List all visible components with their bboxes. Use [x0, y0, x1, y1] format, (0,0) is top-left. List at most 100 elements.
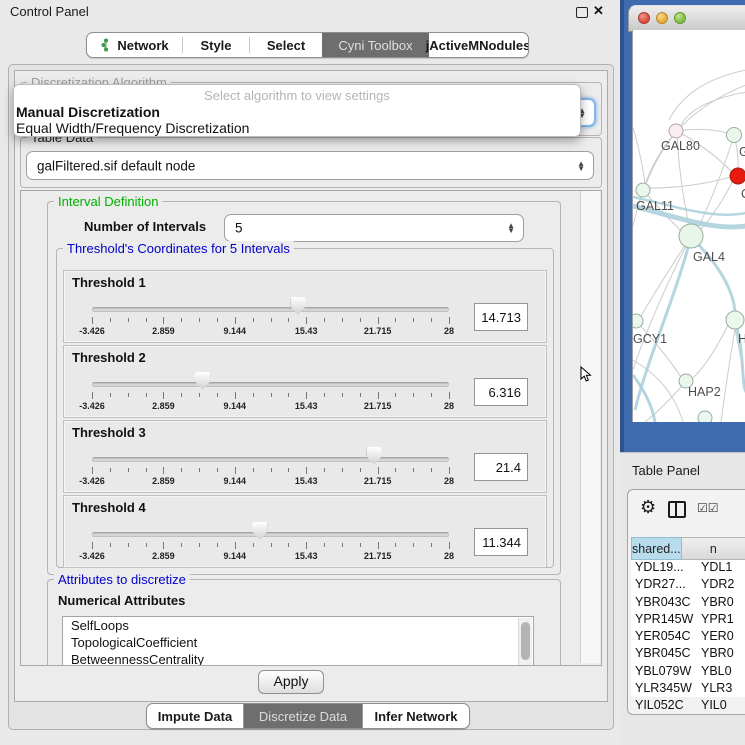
interval-definition-group: Interval Definition Number of Intervals …	[47, 201, 561, 575]
slider-tick	[253, 543, 254, 547]
threshold-label: Threshold 4	[72, 500, 146, 515]
slider-tick	[288, 393, 289, 397]
cell-name[interactable]: YIL0	[701, 698, 741, 712]
cell-shared-name[interactable]: YPR145W	[631, 612, 701, 626]
table-row[interactable]: YIL052CYIL0	[631, 698, 745, 715]
table-row[interactable]: YBR045CYBR0	[631, 646, 745, 663]
slider-track[interactable]	[92, 532, 449, 537]
cell-shared-name[interactable]: YBR043C	[631, 595, 701, 609]
network-node-gal80[interactable]	[669, 124, 683, 138]
cell-name[interactable]: YLR3	[701, 681, 741, 695]
tab-infer-network[interactable]: Infer Network	[363, 704, 469, 728]
attribute-list-item[interactable]: TopologicalCoefficient	[63, 634, 533, 651]
threshold-value-field[interactable]: 6.316	[474, 378, 528, 406]
network-icon	[100, 38, 112, 52]
cell-name[interactable]: YER0	[701, 629, 741, 643]
table-row[interactable]: YER054CYER0	[631, 629, 745, 646]
dropdown-option-equal-width[interactable]: Equal Width/Frequency Discretization	[16, 120, 249, 136]
network-node-gal4[interactable]	[679, 224, 703, 248]
threshold-value-field[interactable]: 14.713	[474, 303, 528, 331]
table-row[interactable]: YLR345WYLR3	[631, 681, 745, 698]
slider-tick	[235, 392, 236, 399]
slider-tick-label: 21.715	[364, 551, 392, 561]
slider-tick	[128, 468, 129, 472]
dropdown-option-manual[interactable]: Manual Discretization	[16, 104, 160, 120]
threshold-value-field[interactable]: 11.344	[474, 528, 528, 556]
node-label: GCY1	[633, 332, 667, 346]
table-row[interactable]: YBR043CYBR0	[631, 595, 745, 612]
attribute-list-item[interactable]: BetweennessCentrality	[63, 651, 533, 666]
list-scrollbar[interactable]	[518, 618, 532, 666]
network-node[interactable]	[698, 411, 712, 422]
checkboxes-icon[interactable]: ☑☑	[697, 501, 719, 515]
network-canvas[interactable]: GAL80GALCGAL11GAL4GCY1HHAP2	[632, 30, 745, 422]
slider-tick	[306, 467, 307, 474]
slider-tick	[342, 393, 343, 397]
close-traffic-light[interactable]	[638, 12, 650, 24]
vertical-scrollbar[interactable]	[580, 191, 600, 663]
slider-track[interactable]	[92, 382, 449, 387]
tab-select[interactable]: Select	[250, 33, 322, 57]
network-node-gal11[interactable]	[636, 183, 650, 197]
slider-tick	[199, 318, 200, 322]
cell-name[interactable]: YBR0	[701, 595, 741, 609]
network-window-titlebar[interactable]	[628, 5, 745, 32]
cell-name[interactable]: YDR2	[701, 577, 741, 591]
slider-tick	[342, 543, 343, 547]
cell-name[interactable]: YPR1	[701, 612, 741, 626]
close-icon[interactable]: ✕	[593, 3, 604, 19]
slider-handle[interactable]	[195, 372, 210, 390]
slider-tick	[413, 468, 414, 472]
slider-tick	[306, 392, 307, 399]
tab-cyni-toolbox[interactable]: Cyni Toolbox	[322, 33, 429, 57]
minimize-traffic-light[interactable]	[656, 12, 668, 24]
slider-tick-label: 2.859	[152, 551, 175, 561]
cell-shared-name[interactable]: YER054C	[631, 629, 701, 643]
cell-name[interactable]: YDL1	[701, 560, 741, 574]
threshold-panel: Threshold 2-3.4262.8599.14415.4321.71528…	[63, 345, 547, 418]
table-data-combobox[interactable]: galFiltered.sif default node ▲▼	[26, 151, 594, 180]
gear-icon[interactable]: ⚙	[640, 498, 656, 516]
table-row[interactable]: YBL079WYBL0	[631, 664, 745, 681]
apply-button[interactable]: Apply	[258, 670, 324, 694]
column-header-shared-name[interactable]: shared...	[631, 537, 682, 560]
table-row[interactable]: YPR145WYPR1	[631, 612, 745, 629]
number-of-intervals-combobox[interactable]: 5 ▲▼	[224, 214, 524, 242]
threshold-value-field[interactable]: 21.4	[474, 453, 528, 481]
slider-handle[interactable]	[367, 447, 382, 465]
table-row[interactable]: YDR27...YDR2	[631, 577, 745, 594]
cell-shared-name[interactable]: YDL19...	[631, 560, 701, 574]
tab-network[interactable]: Network	[87, 33, 182, 57]
tab-impute-data[interactable]: Impute Data	[147, 704, 243, 728]
float-window-icon[interactable]	[576, 7, 588, 18]
column-header-name[interactable]: n	[682, 537, 745, 560]
slider-tick	[199, 468, 200, 472]
cell-shared-name[interactable]: YDR27...	[631, 577, 701, 591]
cell-shared-name[interactable]: YBL079W	[631, 664, 701, 678]
slider-track[interactable]	[92, 457, 449, 462]
network-node-h[interactable]	[726, 311, 744, 329]
cell-shared-name[interactable]: YIL052C	[631, 698, 701, 712]
cell-name[interactable]: YBR0	[701, 646, 741, 660]
slider-track[interactable]	[92, 307, 449, 312]
cell-name[interactable]: YBL0	[701, 664, 741, 678]
slider-handle[interactable]	[252, 522, 267, 540]
split-view-icon[interactable]	[668, 501, 686, 518]
numerical-attributes-list[interactable]: SelfLoopsTopologicalCoefficientBetweenne…	[62, 616, 534, 666]
tab-jactivemnodules[interactable]: jActiveMNodules	[429, 33, 527, 57]
cell-shared-name[interactable]: YLR345W	[631, 681, 701, 695]
tab-discretize-data[interactable]: Discretize Data	[243, 704, 363, 728]
slider-tick	[449, 392, 450, 399]
zoom-traffic-light[interactable]	[674, 12, 686, 24]
table-row[interactable]: YDL19...YDL1	[631, 560, 745, 577]
slider-tick	[431, 468, 432, 472]
tab-style[interactable]: Style	[183, 33, 249, 57]
cell-shared-name[interactable]: YBR045C	[631, 646, 701, 660]
scrollbar-thumb[interactable]	[521, 622, 530, 660]
attribute-list-item[interactable]: SelfLoops	[63, 617, 533, 634]
network-node-gal[interactable]	[727, 128, 742, 143]
slider-handle[interactable]	[291, 297, 306, 315]
network-node-gcy1[interactable]	[633, 314, 643, 328]
network-node-c[interactable]	[730, 168, 745, 184]
slider-tick	[378, 467, 379, 474]
